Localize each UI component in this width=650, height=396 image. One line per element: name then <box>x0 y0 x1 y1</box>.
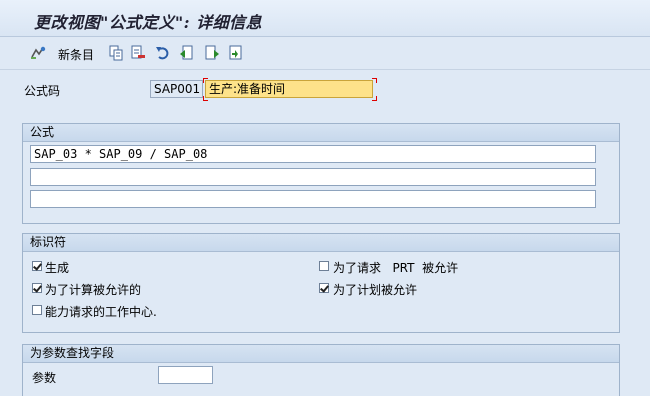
previous-entry-icon[interactable] <box>179 45 195 61</box>
calc-allowed-label: 为了计算被允许的 <box>45 283 142 297</box>
prt-allowed-label: 为了请求 PRT 被允许 <box>333 261 459 275</box>
focus-corner <box>203 78 208 83</box>
select-all-icon[interactable] <box>228 45 244 61</box>
parameter-group: 为参数查找字段 <box>22 344 620 396</box>
change-display-icon[interactable] <box>30 45 48 61</box>
calc-allowed-checkbox[interactable] <box>32 283 42 293</box>
generate-checkbox[interactable] <box>32 261 42 271</box>
next-entry-icon[interactable] <box>204 45 220 61</box>
prt-allowed-checkbox[interactable] <box>319 261 329 271</box>
formula-line-2[interactable] <box>30 168 596 186</box>
formula-group-title: 公式 <box>23 124 619 142</box>
focus-corner <box>372 96 377 101</box>
focus-corner <box>372 78 377 83</box>
undo-icon[interactable] <box>155 45 171 61</box>
formula-line-3[interactable] <box>30 190 596 208</box>
new-entries-button[interactable]: 新条目 <box>58 46 94 63</box>
formula-description-field[interactable]: 生产:准备时间 <box>205 80 373 98</box>
generate-label: 生成 <box>45 261 70 275</box>
capacity-workcenter-checkbox[interactable] <box>32 305 42 315</box>
plan-allowed-checkbox[interactable] <box>319 283 329 293</box>
formula-code-label: 公式码 <box>24 84 61 98</box>
delete-icon[interactable] <box>130 45 146 61</box>
plan-allowed-label: 为了计划被允许 <box>333 283 418 297</box>
parameter-group-title: 为参数查找字段 <box>23 345 619 363</box>
focus-corner <box>203 96 208 101</box>
copy-icon[interactable] <box>108 45 124 61</box>
formula-code-field: SAP001 <box>150 80 203 98</box>
capacity-workcenter-label: 能力请求的工作中心. <box>45 305 157 319</box>
application-toolbar: 新条目 <box>0 37 650 70</box>
formula-line-1[interactable]: SAP_03 * SAP_09 / SAP_08 <box>30 145 596 163</box>
parameter-input[interactable] <box>158 366 213 384</box>
parameter-label: 参数 <box>32 371 57 385</box>
page-title: 更改视图"公式定义": 详细信息 <box>34 13 263 32</box>
title-bar: 更改视图"公式定义": 详细信息 <box>0 0 650 37</box>
indicators-group-title: 标识符 <box>23 234 619 252</box>
